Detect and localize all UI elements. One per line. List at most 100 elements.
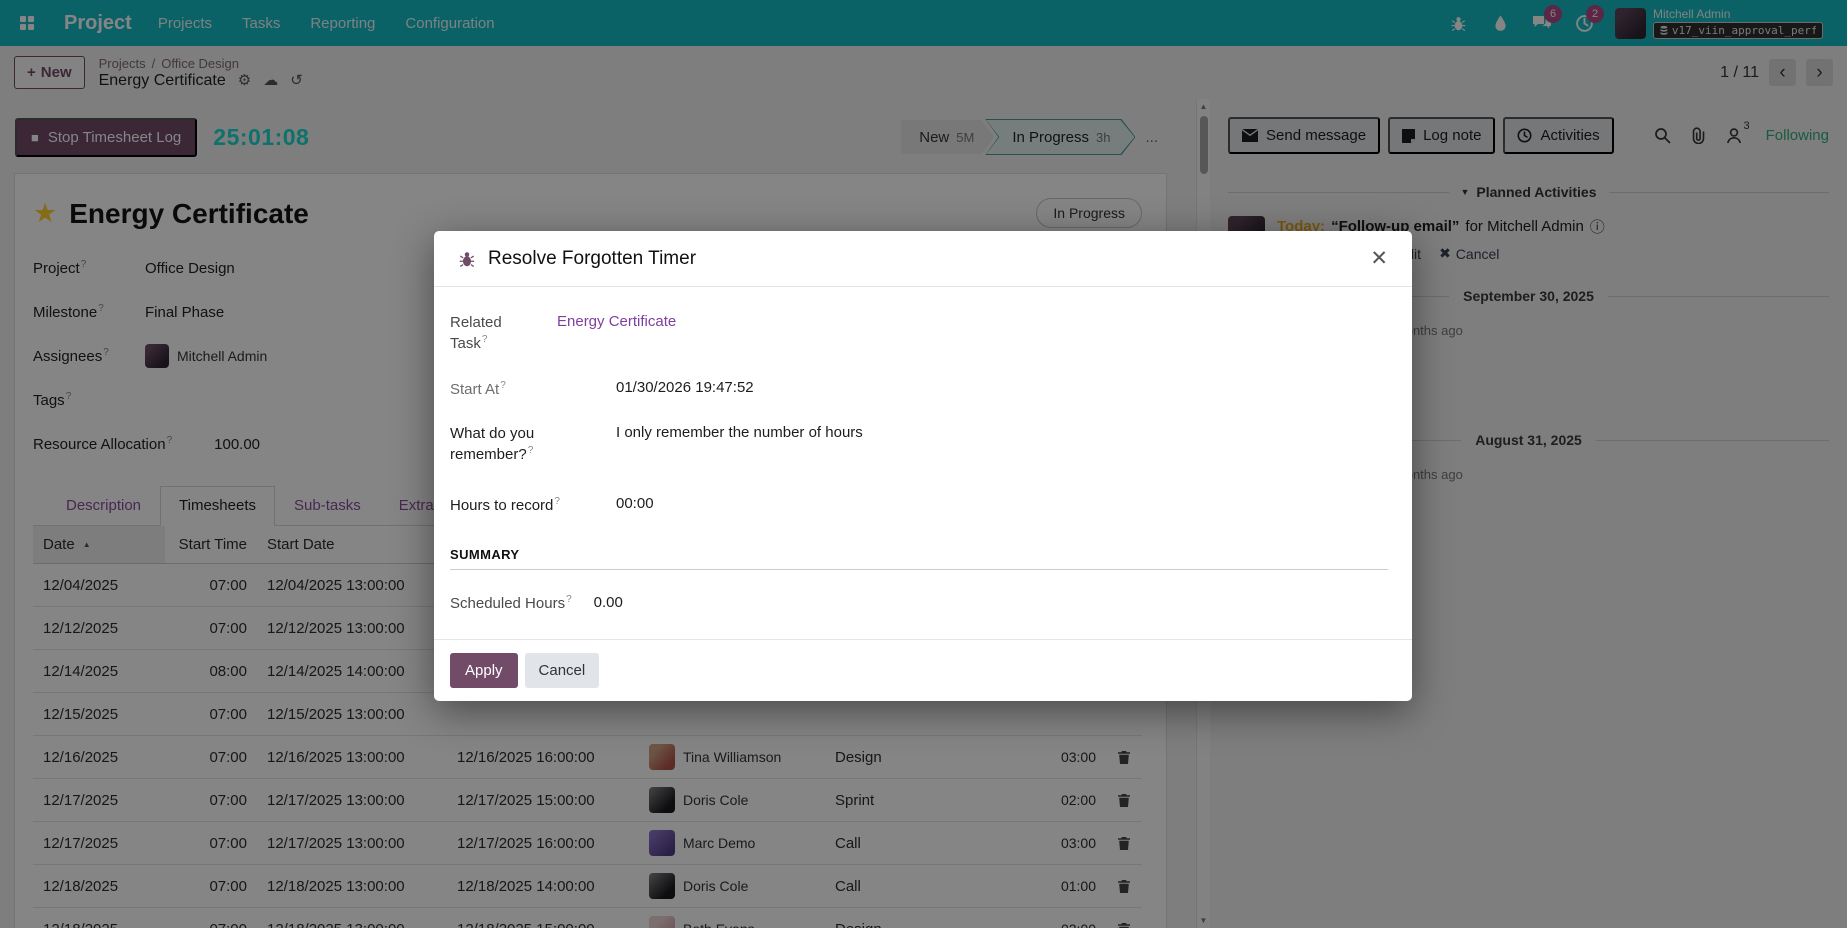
breadcrumb-office-design[interactable]: Office Design xyxy=(161,56,239,71)
breadcrumb-separator: / xyxy=(152,56,156,71)
timer-value: 25:01:08 xyxy=(213,124,309,151)
bug-icon[interactable] xyxy=(1447,12,1469,34)
followers-icon[interactable]: 3 xyxy=(1726,127,1742,144)
stage-in-progress[interactable]: In Progress 3h xyxy=(985,119,1135,155)
planned-activities-header[interactable]: ▼ Planned Activities xyxy=(1228,184,1829,200)
assignee-chip[interactable]: Mitchell Admin xyxy=(145,344,267,368)
task-title[interactable]: Energy Certificate xyxy=(69,198,309,230)
column-header-start-time[interactable]: Start Time xyxy=(165,536,257,553)
app-brand[interactable]: Project xyxy=(64,12,132,35)
menu-projects[interactable]: Projects xyxy=(154,9,216,38)
send-message-button[interactable]: Send message xyxy=(1228,117,1380,154)
hours-to-record-label: Hours to record xyxy=(450,495,600,516)
activity-assignee: for Mitchell Admin xyxy=(1465,218,1583,235)
cancel-button[interactable]: Cancel xyxy=(525,653,600,688)
milestone-value[interactable]: Final Phase xyxy=(145,304,224,321)
milestone-label: Milestone xyxy=(33,303,137,321)
hours-to-record-value[interactable]: 00:00 xyxy=(616,495,654,512)
table-row[interactable]: 12/18/2025 07:00 12/18/2025 13:00:00 12/… xyxy=(33,908,1142,928)
delete-row-icon[interactable] xyxy=(1106,879,1142,894)
new-button[interactable]: + New xyxy=(14,56,85,89)
activity-clock-icon[interactable]: 2 xyxy=(1573,12,1595,34)
employee-avatar xyxy=(649,830,675,856)
delete-row-icon[interactable] xyxy=(1106,793,1142,808)
discard-undo-icon[interactable]: ↺ xyxy=(290,73,303,88)
top-navbar: Project Projects Tasks Reporting Configu… xyxy=(0,0,1847,46)
control-panel: + New Projects / Office Design Energy Ce… xyxy=(0,46,1847,99)
pager-previous-button[interactable]: ‹ xyxy=(1769,59,1796,86)
apps-menu-icon[interactable] xyxy=(14,10,40,36)
employee-avatar xyxy=(649,744,675,770)
collapse-caret-icon: ▼ xyxy=(1461,187,1470,197)
droplet-icon[interactable] xyxy=(1489,12,1511,34)
start-at-value[interactable]: 01/30/2026 19:47:52 xyxy=(616,379,754,396)
tab-timesheets[interactable]: Timesheets xyxy=(160,486,275,526)
activities-button[interactable]: Activities xyxy=(1503,117,1613,154)
attachment-paperclip-icon[interactable] xyxy=(1691,127,1706,144)
stage-more[interactable]: ... xyxy=(1145,129,1158,146)
allocation-value[interactable]: 100.00 xyxy=(214,436,260,453)
table-row[interactable]: 12/17/2025 07:00 12/17/2025 13:00:00 12/… xyxy=(33,822,1142,865)
menu-configuration[interactable]: Configuration xyxy=(401,9,498,38)
search-messages-icon[interactable] xyxy=(1654,127,1671,144)
stage-badge[interactable]: In Progress xyxy=(1036,198,1142,228)
user-menu[interactable]: Mitchell Admin v17_viin_approval_perf_0… xyxy=(1615,8,1823,39)
scroll-up-icon[interactable]: ▲ xyxy=(1200,99,1208,114)
table-row[interactable]: 12/17/2025 07:00 12/17/2025 13:00:00 12/… xyxy=(33,779,1142,822)
stop-timesheet-button[interactable]: ■ Stop Timesheet Log xyxy=(15,118,197,157)
table-row[interactable]: 12/18/2025 07:00 12/18/2025 13:00:00 12/… xyxy=(33,865,1142,908)
favorite-star-icon[interactable]: ★ xyxy=(33,200,57,227)
column-header-start-date[interactable]: Start Date xyxy=(257,536,447,553)
messages-badge: 6 xyxy=(1544,5,1562,23)
resolve-forgotten-timer-dialog: Resolve Forgotten Timer ✕ Related Task E… xyxy=(434,231,1412,701)
tags-label: Tags xyxy=(33,391,137,409)
tab-subtasks[interactable]: Sub-tasks xyxy=(275,486,380,525)
assignee-avatar xyxy=(145,344,169,368)
info-icon[interactable]: ⓘ xyxy=(1590,216,1605,237)
remember-value[interactable]: I only remember the number of hours xyxy=(616,424,863,441)
dialog-header: Resolve Forgotten Timer ✕ xyxy=(434,231,1412,287)
breadcrumb: Projects / Office Design Energy Certific… xyxy=(99,56,303,90)
delete-row-icon[interactable] xyxy=(1106,750,1142,765)
scroll-down-icon[interactable]: ▼ xyxy=(1200,913,1208,928)
menu-tasks[interactable]: Tasks xyxy=(238,9,284,38)
scheduled-hours-value: 0.00 xyxy=(594,594,623,611)
settings-gear-icon[interactable]: ⚙ xyxy=(238,73,251,88)
cancel-activity-button[interactable]: ✖ Cancel xyxy=(1439,245,1499,262)
breadcrumb-projects[interactable]: Projects xyxy=(99,56,146,71)
record-pager: 1 / 11 ‹ › xyxy=(1720,59,1833,86)
start-at-label: Start At xyxy=(450,379,600,400)
allocation-label: Resource Allocation xyxy=(33,435,172,453)
delete-row-icon[interactable] xyxy=(1106,922,1142,928)
table-row[interactable]: 12/16/2025 07:00 12/16/2025 13:00:00 12/… xyxy=(33,736,1142,779)
assignees-label: Assignees xyxy=(33,347,137,365)
related-task-value[interactable]: Energy Certificate xyxy=(557,313,676,330)
scrollbar-thumb[interactable] xyxy=(1200,116,1208,174)
log-note-button[interactable]: Log note xyxy=(1388,117,1495,154)
x-icon: ✖ xyxy=(1439,245,1451,262)
column-header-date[interactable]: Date ▲ xyxy=(33,526,165,563)
menu-reporting[interactable]: Reporting xyxy=(306,9,379,38)
stop-icon: ■ xyxy=(31,131,39,144)
pager-next-button[interactable]: › xyxy=(1806,59,1833,86)
remember-label: What do you remember? xyxy=(450,424,600,466)
following-button[interactable]: Following xyxy=(1766,127,1829,144)
chatter-toolbar: Send message Log note Activities xyxy=(1228,117,1829,154)
user-avatar xyxy=(1615,8,1646,39)
close-icon[interactable]: ✕ xyxy=(1370,248,1388,269)
apply-button[interactable]: Apply xyxy=(450,653,518,688)
timer-row: ■ Stop Timesheet Log 25:01:08 New 5M In … xyxy=(15,117,1158,157)
scheduled-hours-label: Scheduled Hours xyxy=(450,594,572,612)
breadcrumb-title: Energy Certificate xyxy=(99,72,226,90)
sort-asc-icon: ▲ xyxy=(83,540,91,549)
cloud-save-icon[interactable]: ☁ xyxy=(263,73,278,88)
summary-heading: SUMMARY xyxy=(450,547,1388,570)
related-task-label: Related Task xyxy=(450,313,541,355)
stage-new[interactable]: New 5M xyxy=(901,120,994,154)
project-value[interactable]: Office Design xyxy=(145,260,235,277)
messages-icon[interactable]: 6 xyxy=(1531,12,1553,34)
clock-icon xyxy=(1517,128,1532,143)
delete-row-icon[interactable] xyxy=(1106,836,1142,851)
tab-description[interactable]: Description xyxy=(47,486,160,525)
app-screen: Project Projects Tasks Reporting Configu… xyxy=(0,0,1847,928)
